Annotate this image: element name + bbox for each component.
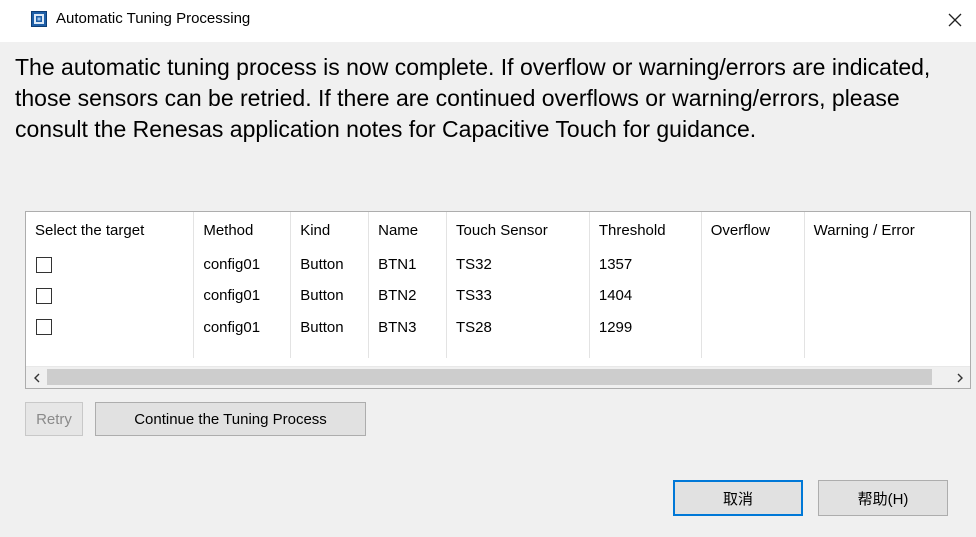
name-cell: BTN3	[368, 311, 448, 343]
empty-cell	[446, 342, 590, 358]
select-checkbox[interactable]	[36, 256, 52, 273]
touch-sensor-cell: TS28	[446, 311, 590, 343]
column-header-name[interactable]: Name	[368, 212, 448, 249]
table-empty-row	[26, 342, 970, 358]
continue-tuning-button[interactable]: Continue the Tuning Process	[95, 402, 366, 436]
column-header-method[interactable]: Method	[193, 212, 292, 249]
threshold-cell: 1357	[589, 249, 702, 281]
touch-sensor-cell: TS33	[446, 280, 590, 312]
empty-cell	[26, 342, 195, 358]
table-row[interactable]: config01 Button BTN2 TS33 1404	[26, 280, 970, 312]
kind-cell: Button	[290, 311, 370, 343]
name-cell: BTN2	[368, 280, 448, 312]
kind-cell: Button	[290, 249, 370, 281]
app-icon	[31, 11, 47, 27]
method-cell: config01	[193, 280, 292, 312]
column-header-touch-sensor[interactable]: Touch Sensor	[446, 212, 590, 249]
empty-cell	[701, 342, 805, 358]
method-cell: config01	[193, 311, 292, 343]
instructions-text: The automatic tuning process is now comp…	[15, 54, 931, 142]
cancel-button[interactable]: 取消	[673, 480, 803, 516]
scrollbar-thumb[interactable]	[47, 369, 932, 385]
empty-cell	[589, 342, 702, 358]
chevron-left-icon	[33, 373, 39, 382]
horizontal-scrollbar[interactable]	[26, 366, 970, 388]
column-header-overflow[interactable]: Overflow	[701, 212, 805, 249]
close-button[interactable]	[940, 6, 970, 34]
empty-cell	[368, 342, 448, 358]
dialog-window: Automatic Tuning Processing The automati…	[0, 0, 976, 537]
title-bar: Automatic Tuning Processing	[0, 0, 976, 42]
warning-error-cell	[804, 280, 970, 311]
help-button[interactable]: 帮助(H)	[818, 480, 948, 516]
close-icon	[948, 13, 962, 27]
warning-error-cell	[804, 312, 970, 343]
touch-sensor-cell: TS32	[446, 249, 590, 281]
table-row[interactable]: config01 Button BTN3 TS28 1299	[26, 311, 970, 343]
name-cell: BTN1	[368, 249, 448, 281]
empty-cell	[290, 342, 370, 358]
kind-cell: Button	[290, 280, 370, 312]
select-cell	[26, 311, 195, 343]
column-header-select[interactable]: Select the target	[26, 212, 195, 249]
results-table: Select the target Method Kind Name Touch…	[25, 211, 971, 389]
table-header-row: Select the target Method Kind Name Touch…	[26, 212, 970, 249]
threshold-cell: 1404	[589, 280, 702, 312]
method-cell: config01	[193, 249, 292, 281]
window-title: Automatic Tuning Processing	[56, 10, 251, 27]
select-cell	[26, 280, 195, 312]
results-grid: Select the target Method Kind Name Touch…	[26, 212, 970, 358]
warning-error-cell	[804, 249, 970, 280]
table-row[interactable]: config01 Button BTN1 TS32 1357	[26, 249, 970, 281]
column-header-warning-error[interactable]: Warning / Error	[804, 212, 970, 249]
empty-cell	[804, 343, 970, 358]
overflow-cell	[701, 311, 805, 343]
retry-button[interactable]: Retry	[25, 402, 83, 436]
column-header-threshold[interactable]: Threshold	[589, 212, 702, 249]
scroll-left-button[interactable]	[26, 367, 47, 388]
scroll-right-button[interactable]	[949, 367, 970, 388]
select-cell	[26, 249, 195, 281]
empty-cell	[193, 342, 292, 358]
threshold-cell: 1299	[589, 311, 702, 343]
overflow-cell	[701, 249, 805, 281]
select-checkbox[interactable]	[36, 319, 52, 336]
select-checkbox[interactable]	[36, 287, 52, 304]
overflow-cell	[701, 280, 805, 312]
chevron-right-icon	[957, 373, 963, 382]
column-header-kind[interactable]: Kind	[290, 212, 370, 249]
